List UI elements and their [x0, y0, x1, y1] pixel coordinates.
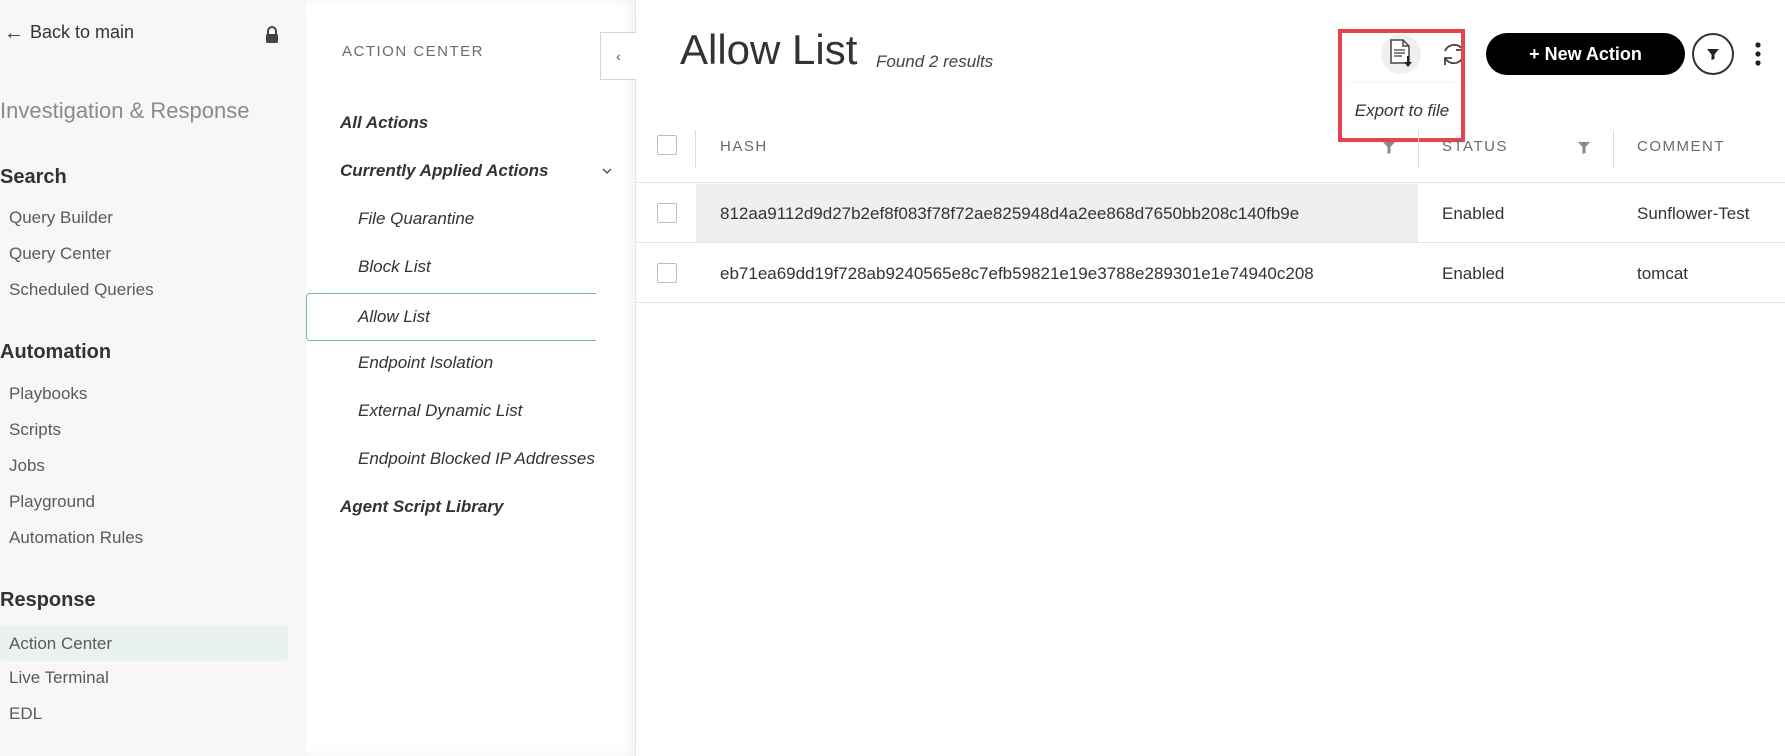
cell-comment: Sunflower-Test	[1637, 204, 1750, 223]
row-separator	[636, 242, 1785, 243]
group-title-response: Response	[0, 589, 96, 611]
collapse-panel-button[interactable]: ‹	[600, 32, 636, 80]
nav-agent-script-library[interactable]: Agent Script Library	[340, 497, 503, 517]
sidebar-item-edl[interactable]: EDL	[9, 704, 42, 724]
header-separator	[636, 182, 1785, 183]
row-checkbox[interactable]	[657, 263, 677, 283]
arrow-left-icon: ←	[4, 21, 24, 44]
sidebar-item-automation-rules[interactable]: Automation Rules	[9, 528, 143, 548]
cell-comment: tomcat	[1637, 264, 1689, 283]
column-header-hash[interactable]: HASH	[720, 138, 768, 155]
column-divider	[695, 130, 696, 168]
chevron-down-icon[interactable]	[600, 164, 614, 178]
group-title-automation: Automation	[0, 341, 112, 363]
sidebar-item-playground[interactable]: Playground	[9, 492, 95, 512]
action-center-header: ACTION CENTER	[342, 43, 485, 60]
nav-currently-applied-actions[interactable]: Currently Applied Actions	[340, 161, 548, 181]
sidebar-item-scheduled-queries[interactable]: Scheduled Queries	[9, 280, 154, 300]
sidebar-item-live-terminal[interactable]: Live Terminal	[9, 668, 109, 688]
nav-external-dynamic-list[interactable]: External Dynamic List	[358, 401, 522, 421]
hash-filter-icon[interactable]	[1383, 141, 1395, 155]
row-checkbox[interactable]	[657, 203, 677, 223]
nav-endpoint-blocked-ip-addresses[interactable]: Endpoint Blocked IP Addresses	[358, 449, 595, 469]
nav-allow-list[interactable]: Allow List	[306, 293, 596, 341]
lock-icon	[266, 26, 278, 43]
section-title: Investigation & Response	[0, 98, 250, 123]
column-header-status[interactable]: STATUS	[1442, 138, 1508, 155]
back-to-main-link[interactable]: ← Back to main	[4, 22, 134, 43]
cell-status: Enabled	[1442, 204, 1505, 223]
nav-all-actions[interactable]: All Actions	[340, 113, 428, 133]
cell-hash: eb71ea69dd19f728ab9240565e8c7efb59821e19…	[720, 264, 1314, 283]
sidebar-item-action-center[interactable]: Action Center	[0, 626, 288, 661]
column-header-comment[interactable]: COMMENT	[1637, 138, 1725, 155]
select-all-checkbox[interactable]	[657, 135, 677, 155]
page-title: Allow List	[680, 26, 858, 73]
highlight-box	[1338, 29, 1465, 142]
nav-endpoint-isolation[interactable]: Endpoint Isolation	[358, 353, 493, 373]
sidebar-item-scripts[interactable]: Scripts	[9, 420, 61, 440]
nav-block-list[interactable]: Block List	[358, 257, 431, 277]
filter-icon	[1707, 49, 1719, 60]
column-divider	[1418, 130, 1419, 168]
row-separator	[636, 302, 1785, 303]
cell-status: Enabled	[1442, 264, 1505, 283]
sidebar: ← Back to main Investigation & Response …	[0, 0, 306, 756]
sidebar-item-playbooks[interactable]: Playbooks	[9, 384, 87, 404]
sidebar-item-query-builder[interactable]: Query Builder	[9, 208, 113, 228]
status-filter-icon[interactable]	[1578, 141, 1590, 155]
more-vertical-icon[interactable]	[1752, 40, 1764, 68]
chevron-left-icon: ‹	[616, 48, 621, 64]
new-action-button[interactable]: + New Action	[1486, 33, 1685, 75]
filter-button[interactable]	[1692, 33, 1734, 75]
action-center-panel: ACTION CENTER All Actions Currently Appl…	[306, 0, 636, 756]
panel-divider	[635, 0, 636, 756]
group-title-search: Search	[0, 166, 67, 188]
column-divider	[1613, 130, 1614, 168]
nav-file-quarantine[interactable]: File Quarantine	[358, 209, 474, 229]
back-to-main-label: Back to main	[30, 22, 135, 42]
sidebar-item-query-center[interactable]: Query Center	[9, 244, 111, 264]
sidebar-item-jobs[interactable]: Jobs	[9, 456, 45, 476]
results-count: Found 2 results	[876, 52, 994, 71]
cell-hash: 812aa9112d9d27b2ef8f083f78f72ae825948d4a…	[720, 204, 1300, 223]
